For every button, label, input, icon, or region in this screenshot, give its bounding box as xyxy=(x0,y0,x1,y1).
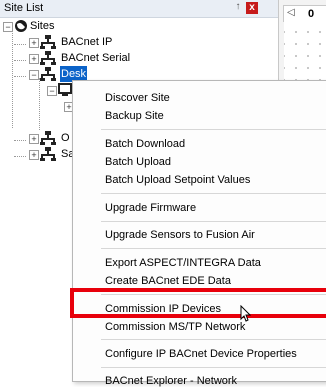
tree-label: O xyxy=(61,132,70,144)
panel-title: Site List xyxy=(4,2,44,14)
menu-separator xyxy=(101,221,326,222)
panel-titlebar: Site List ↑ x xyxy=(0,0,278,18)
context-menu: Discover Site Backup Site Batch Download… xyxy=(72,80,326,387)
tree-node-desk-child[interactable]: − xyxy=(0,82,80,98)
menu-separator xyxy=(101,129,326,130)
collapse-icon[interactable]: − xyxy=(29,70,39,80)
tree-node-bacnet-serial[interactable]: + BACnet Serial xyxy=(0,50,140,66)
menu-item-discover-site[interactable]: Discover Site xyxy=(105,92,170,104)
document-tab-label: 0 xyxy=(308,8,315,20)
tree-node-sa[interactable]: + Sa xyxy=(0,146,80,162)
network-icon xyxy=(40,131,56,145)
globe-icon xyxy=(14,19,30,33)
collapse-icon[interactable]: − xyxy=(47,86,57,96)
menu-item-batch-download[interactable]: Batch Download xyxy=(105,138,185,150)
menu-separator xyxy=(101,339,326,340)
tree-label: Sites xyxy=(30,20,55,32)
menu-item-backup-site[interactable]: Backup Site xyxy=(105,110,164,122)
menu-separator xyxy=(101,367,326,368)
scroll-left-icon[interactable]: ◁ xyxy=(287,7,295,18)
tree-node-o[interactable]: + O xyxy=(0,130,80,146)
mouse-cursor-icon xyxy=(240,304,252,326)
tree-label: BACnet IP xyxy=(61,36,113,48)
close-panel-button[interactable]: x xyxy=(246,2,258,14)
menu-item-create-ede-data[interactable]: Create BACnet EDE Data xyxy=(105,275,231,287)
tree-node-sites[interactable]: − Sites xyxy=(0,18,100,34)
tree-node-desk-subitem[interactable]: + xyxy=(0,98,80,114)
tree-node-bacnet-ip[interactable]: + BACnet IP xyxy=(0,34,120,50)
expand-icon[interactable]: + xyxy=(29,38,39,48)
menu-item-batch-upload[interactable]: Batch Upload xyxy=(105,156,171,168)
menu-item-upgrade-sensors[interactable]: Upgrade Sensors to Fusion Air xyxy=(105,229,255,241)
network-icon xyxy=(40,51,56,65)
menu-item-configure-ip-bacnet[interactable]: Configure IP BACnet Device Properties xyxy=(105,348,297,360)
document-tab[interactable]: ◁ 0 xyxy=(283,5,326,22)
tree-label: BACnet Serial xyxy=(61,52,131,64)
menu-separator xyxy=(101,193,326,194)
menu-item-export-aspect-integra[interactable]: Export ASPECT/INTEGRA Data xyxy=(105,257,261,269)
expand-icon[interactable]: + xyxy=(29,54,39,64)
highlight-annotation-box xyxy=(70,288,326,318)
collapse-icon[interactable]: − xyxy=(3,22,13,32)
menu-item-batch-upload-setpoint[interactable]: Batch Upload Setpoint Values xyxy=(105,174,250,186)
expand-icon[interactable]: + xyxy=(29,134,39,144)
expand-icon[interactable]: + xyxy=(29,150,39,160)
network-icon xyxy=(40,67,56,81)
network-icon xyxy=(40,35,56,49)
pin-icon[interactable]: ↑ xyxy=(232,1,244,12)
menu-separator xyxy=(101,248,326,249)
network-icon xyxy=(40,147,56,161)
menu-item-commission-mstp[interactable]: Commission MS/TP Network xyxy=(105,321,245,333)
menu-item-upgrade-firmware[interactable]: Upgrade Firmware xyxy=(105,202,196,214)
